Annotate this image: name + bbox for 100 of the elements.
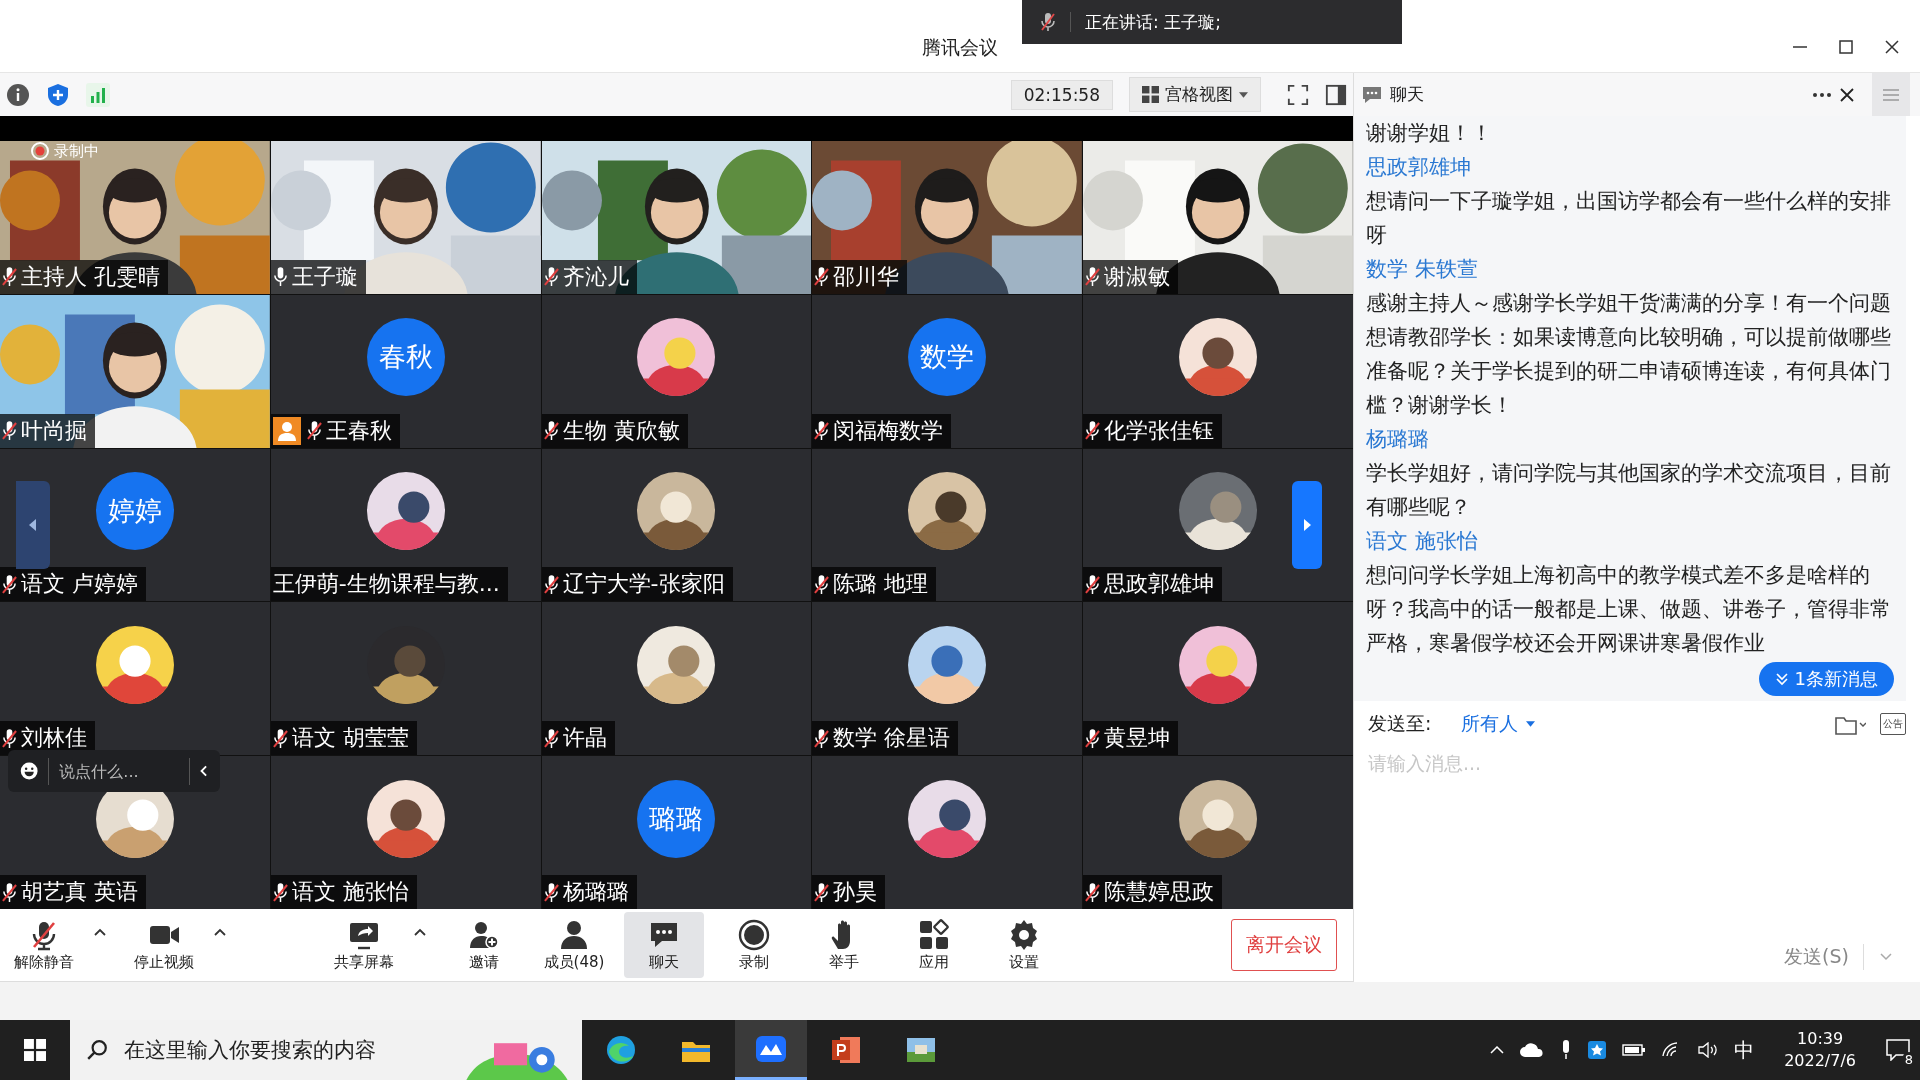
chevron-up-icon[interactable] [1490,1046,1505,1054]
toolbar-button[interactable]: 举手 [804,912,884,978]
speaker-text: 正在讲话: 王子璇; [1085,10,1221,34]
window-title: 腾讯会议 [922,35,998,60]
participant-name: 陈慧婷思政 [1104,878,1215,906]
toolbar-button[interactable]: 设置 [984,912,1064,978]
fullscreen-icon[interactable] [1287,83,1309,106]
record-icon [738,918,770,951]
notice-button[interactable]: 公告 [1880,713,1906,735]
view-dropdown[interactable]: 宫格视图 [1129,77,1261,112]
participant-name: 许晶 [562,724,607,753]
participant-name: 王伊萌-生物课程与教... [272,570,500,599]
avatar: 春秋 [366,318,445,397]
participant-name: 主持人 孔雯晴 [21,262,160,291]
send-button[interactable]: 发送(S) [1784,944,1864,970]
info-icon[interactable] [6,82,30,107]
sender-name: 杨璐璐 [1366,426,1430,453]
participant-name: 胡艺真 英语 [21,878,138,906]
message-text: 想请问一下子璇学姐，出国访学都会有一些什么样的安排呀 [1366,188,1892,249]
sender-name: 数学 朱轶萱 [1366,256,1479,283]
participant-name: 语文 卢婷婷 [21,570,138,599]
search-input[interactable]: 在这里输入你要搜索的内容 [122,1037,426,1063]
caret-icon[interactable] [414,928,426,936]
chat-icon [1362,85,1382,104]
new-messages-button[interactable]: 1条新消息 [1758,662,1894,696]
collapse-icon[interactable] [200,763,208,779]
double-chevron-icon [1774,672,1789,686]
clock-time[interactable]: 10:39 [1797,1028,1844,1050]
participant-name: 孙昊 [833,878,878,906]
message-text: 谢谢学姐！！ [1366,120,1493,147]
sender-name: 语文 施张怡 [1366,528,1479,555]
participant-name: 闵福梅数学 [833,416,944,445]
message-text: 想问问学长学姐上海初高中的教学模式差不多是啥样的呀？我高中的话一般都是上课、做题、讲卷子，管得非常严格，寒暑假学校还会开网课讲寒暑假作业 [1366,562,1892,657]
participant-name: 思政郭雄坤 [1104,570,1215,599]
avatar: 婷婷 [95,472,174,550]
mic-muted-icon [1040,12,1071,32]
meeting-timer: 02:15:58 [1010,79,1113,110]
close-icon[interactable] [1840,87,1854,102]
participant-name: 语文 胡莹莹 [291,724,409,753]
apps-icon [918,918,950,951]
caret-icon[interactable] [214,928,226,936]
participant-name: 生物 黄欣敏 [562,416,680,445]
participant-name: 王春秋 [325,416,392,445]
participant-name: 邵川华 [833,262,900,291]
speaker-icon[interactable] [1698,1042,1719,1058]
leave-meeting-button[interactable]: 离开会议 [1231,919,1337,971]
message-text: 学长学姐好，请问学院与其他国家的学术交流项目，目前有哪些呢？ [1366,460,1892,521]
app-tray-icon[interactable] [1588,1041,1607,1059]
signal-icon[interactable] [86,82,110,107]
participant-name: 杨璐璐 [562,878,629,906]
toolbar-button[interactable]: 解除静音 [4,912,84,978]
send-to-label: 发送至: [1368,711,1432,736]
participant-name: 辽宁大学-张家阳 [562,570,725,599]
participant-name: 谢淑敏 [1104,262,1171,291]
message-text: 感谢主持人～感谢学长学姐干货满满的分享！有一个问题想请教邵学长：如果读博意向比较明确，可以提前做哪些准备呢？关于学长提到的研二申请硕博连读，有何具体门槛？谢谢学长！ [1366,290,1892,419]
taskbar-search-bar[interactable]: 在这里输入你要搜索的内容 [70,1020,582,1080]
browser-icon [605,1034,637,1066]
cloud-icon[interactable] [1520,1043,1545,1057]
windows-start-icon[interactable] [24,1039,46,1061]
input-method-indicator[interactable]: 中 [1734,1036,1755,1064]
right-arrow-icon [1303,519,1311,531]
notification-count: 8 [1901,1052,1916,1067]
toolbar-button[interactable]: 停止视频 [124,912,204,978]
chat-title: 聊天 [1390,83,1424,106]
maximize-icon[interactable] [1838,39,1854,55]
quick-chat-field[interactable]: 说点什么... [8,750,220,792]
caret-icon[interactable] [94,928,106,936]
avatar: 数学 [908,318,987,397]
participant-name: 刘林佳 [21,724,87,753]
taskbar-app-button[interactable] [735,1020,807,1080]
participant-name: 黄昱坤 [1104,724,1171,753]
battery-icon[interactable] [1622,1043,1647,1057]
side-panel-icon[interactable] [1325,83,1347,106]
participant-name: 数学 徐星语 [833,724,951,753]
dropdown-arrow-icon [1526,721,1536,727]
clock-date[interactable]: 2022/7/6 [1784,1050,1856,1072]
shield-icon[interactable] [46,82,70,107]
more-icon[interactable] [1812,91,1832,98]
menu-icon [1883,88,1899,101]
participant-name: 陈璐 地理 [833,570,929,599]
participant-name: 王子璇 [291,262,358,291]
participant-name: 叶尚掘 [21,416,87,445]
close-icon[interactable] [1884,39,1900,55]
search-icon [86,1039,108,1061]
toolbar-button[interactable]: 应用 [894,912,974,978]
avatar: 璐璐 [637,779,716,858]
toolbar-button[interactable]: 成员(48) [534,912,614,978]
recipient-dropdown[interactable]: 所有人 [1461,711,1536,737]
toolbar-button[interactable]: 邀请 [444,912,524,978]
participant-name: 齐沁儿 [562,262,629,291]
participant-name: 化学张佳钰 [1104,416,1215,445]
recording-icon [30,141,50,161]
slides-icon [830,1034,862,1066]
toolbar-button[interactable]: 录制 [714,912,794,978]
person-icon [558,918,590,951]
recording-label: 录制中 [54,141,99,161]
grid-icon [1142,86,1159,103]
dropdown-arrow-icon [1239,91,1248,98]
toolbar-button[interactable]: 共享屏幕 [324,912,404,978]
toolbar-button[interactable]: 聊天 [624,912,704,978]
